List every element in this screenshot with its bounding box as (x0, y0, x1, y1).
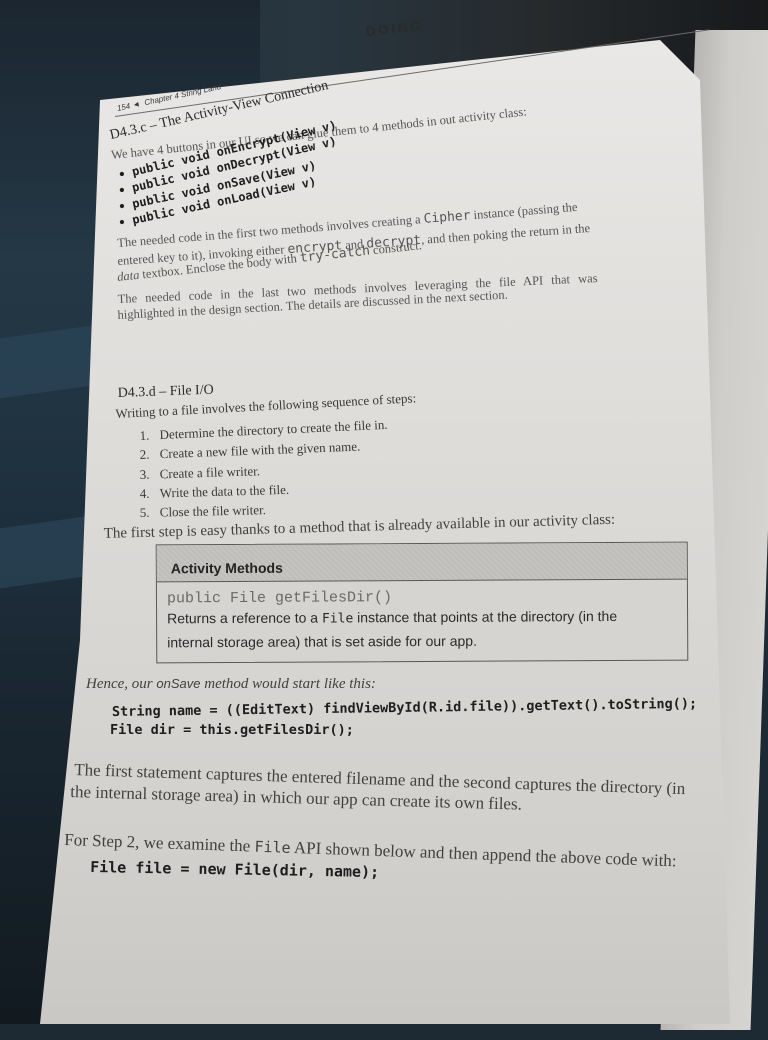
page-content: DOING 154 ◄ Chapter 4 String Land D4.3.c… (0, 0, 768, 1024)
code-line-file: File file = new File(dir, name); (90, 858, 380, 882)
running-head: DOING (365, 18, 425, 39)
step-item: 4. Write the data to the file. (139, 481, 290, 502)
chapter-title: Chapter 4 String Land (143, 82, 222, 108)
method-description: Returns a reference to a File instance t… (167, 607, 618, 627)
method-description-line2: internal storage area) that is set aside… (167, 632, 477, 651)
header-rule (114, 29, 709, 117)
code-line-name: String name = ((EditText) findViewById(R… (111, 695, 698, 720)
step-item: 3. Create a file writer. (139, 463, 261, 483)
activity-methods-table: Activity Methods public File getFilesDir… (155, 541, 689, 664)
page-number: 154 (116, 101, 132, 113)
code-line-dir: File dir = this.getFilesDir(); (110, 722, 354, 738)
page-marker: ◄ (131, 99, 142, 110)
section-d-title: D4.3.d – File I/O (117, 382, 214, 402)
table-body: public File getFilesDir() Returns a refe… (157, 580, 687, 662)
onsave-intro: Hence, our onSave method would start lik… (86, 676, 376, 692)
step-item: 5. Close the file writer. (139, 502, 267, 521)
table-header: Activity Methods (156, 542, 687, 583)
